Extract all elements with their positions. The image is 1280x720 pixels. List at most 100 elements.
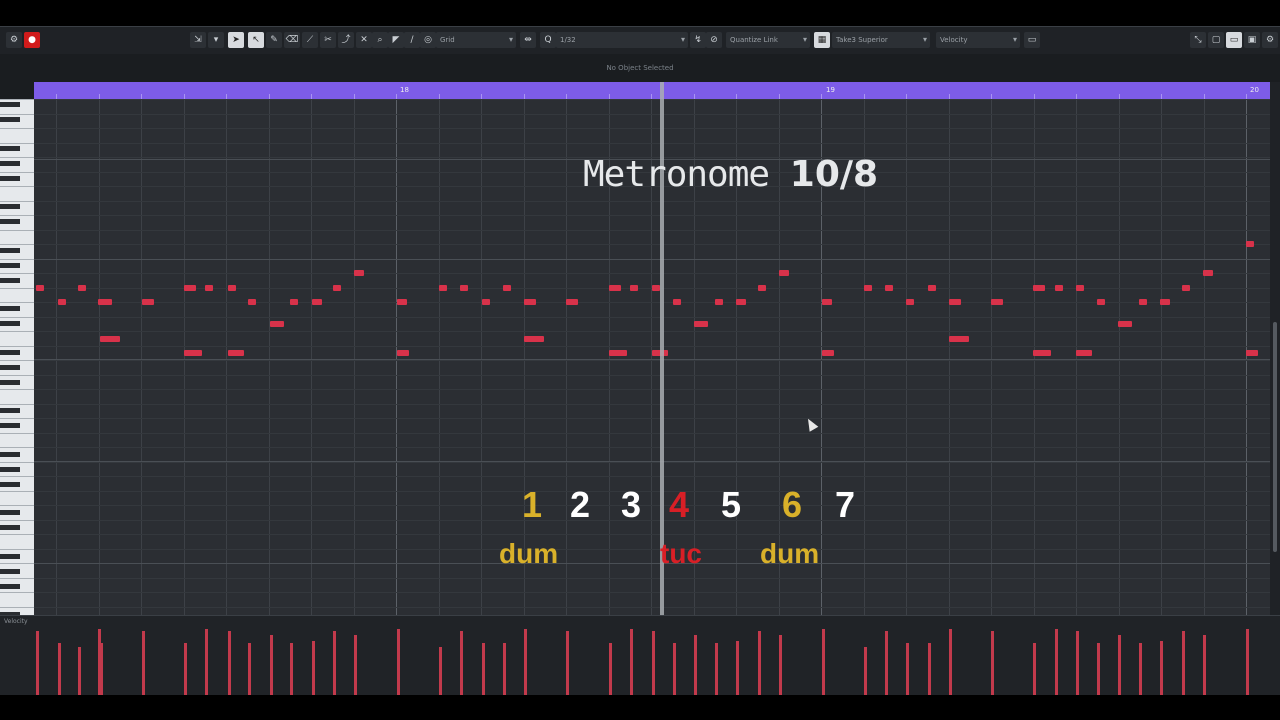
piano-keyboard[interactable] bbox=[0, 99, 34, 615]
window-zone-icon[interactable]: ▭ bbox=[1226, 32, 1242, 48]
ruler-bar-label: 19 bbox=[826, 86, 835, 94]
beat-line bbox=[269, 99, 270, 615]
piano-black-key bbox=[0, 161, 20, 166]
midi-note bbox=[98, 299, 112, 305]
settings-icon[interactable]: ⚙ bbox=[6, 32, 22, 48]
split-tool-icon[interactable]: ✂ bbox=[320, 32, 336, 48]
midi-note bbox=[609, 285, 621, 291]
piano-white-key bbox=[0, 114, 34, 115]
octave-line bbox=[34, 461, 1270, 462]
octave-line bbox=[34, 563, 1270, 564]
erase-tool-icon[interactable]: ⌫ bbox=[284, 32, 300, 48]
piano-black-key bbox=[0, 102, 20, 107]
beat-number: 5 bbox=[720, 484, 742, 525]
midi-note bbox=[779, 270, 789, 276]
midi-note bbox=[928, 285, 936, 291]
midi-note bbox=[184, 285, 196, 291]
velocity-bar bbox=[312, 641, 315, 695]
midi-note bbox=[333, 285, 341, 291]
velocity-bar bbox=[1076, 631, 1079, 695]
scale-track-select[interactable]: Take3 Superior bbox=[832, 32, 930, 48]
ruler-bar-label: 20 bbox=[1250, 86, 1259, 94]
piano-white-key bbox=[0, 534, 34, 535]
window-bottom-strip bbox=[0, 695, 1280, 720]
pitch-row-line bbox=[34, 592, 1270, 593]
draw-tool-icon[interactable]: ∕ bbox=[404, 32, 420, 48]
zoom-tool-icon[interactable]: ⌕ bbox=[372, 32, 388, 48]
midi-note bbox=[228, 350, 244, 356]
autoscroll-icon[interactable]: ⇲ bbox=[190, 32, 206, 48]
velocity-bar bbox=[78, 647, 81, 695]
midi-note bbox=[397, 350, 409, 356]
velocity-bar bbox=[1246, 643, 1249, 695]
velocity-lane[interactable]: Velocity bbox=[0, 615, 1280, 695]
screen-icon[interactable]: ▭ bbox=[1024, 32, 1040, 48]
piano-black-key bbox=[0, 584, 20, 589]
metronome-title: Metronome 10/8 bbox=[583, 154, 878, 195]
velocity-bar bbox=[290, 643, 293, 695]
iterative-quantize-icon[interactable]: ↯ bbox=[690, 32, 706, 48]
timeline-ruler[interactable]: 18 19 20 bbox=[34, 82, 1270, 99]
pitch-row-line bbox=[34, 534, 1270, 535]
pitch-row-line bbox=[34, 317, 1270, 318]
piano-white-key bbox=[0, 186, 34, 187]
velocity-bar bbox=[503, 643, 506, 695]
piano-white-key bbox=[0, 288, 34, 289]
mute-tool-icon[interactable]: ✕ bbox=[356, 32, 372, 48]
pitch-row-line bbox=[34, 607, 1270, 608]
midi-note bbox=[822, 299, 832, 305]
piano-white-key bbox=[0, 128, 34, 129]
pitch-row-line bbox=[34, 244, 1270, 245]
velocity-bar bbox=[1160, 641, 1163, 695]
ruler-bar-label: 18 bbox=[400, 86, 409, 94]
snap-mode-icon[interactable]: ⇹ bbox=[520, 32, 536, 48]
velocity-bar bbox=[397, 643, 400, 695]
pitch-row-line bbox=[34, 433, 1270, 434]
pitch-row-line bbox=[34, 143, 1270, 144]
solo-editor-button[interactable]: ● bbox=[24, 32, 40, 48]
midi-note bbox=[524, 336, 544, 342]
beat-line bbox=[99, 99, 100, 615]
pencil-tool-icon[interactable]: ✎ bbox=[266, 32, 282, 48]
pointer-tool-icon[interactable]: ↖ bbox=[248, 32, 264, 48]
beat-number: 1 bbox=[521, 484, 543, 525]
info-line-text: No Object Selected bbox=[606, 64, 674, 72]
rhythm-syllable: dum bbox=[760, 538, 820, 569]
grid-type-select[interactable]: Grid bbox=[436, 32, 516, 48]
pitch-row-line bbox=[34, 505, 1270, 506]
quantize-select[interactable]: 1/32 bbox=[556, 32, 688, 48]
snap-icon[interactable]: ◎ bbox=[420, 32, 436, 48]
piano-black-key bbox=[0, 176, 20, 181]
quantize-settings-icon[interactable]: ⊘ bbox=[706, 32, 722, 48]
beat-line bbox=[184, 99, 185, 615]
quantize-icon[interactable]: Q bbox=[540, 32, 556, 48]
collapse-icon[interactable]: ⤡ bbox=[1190, 32, 1206, 48]
velocity-lane-label: Velocity bbox=[4, 618, 28, 625]
gear-icon[interactable]: ⚙ bbox=[1262, 32, 1278, 48]
piano-black-key bbox=[0, 554, 20, 559]
vertical-scrollbar[interactable] bbox=[1270, 82, 1280, 615]
scrollbar-thumb[interactable] bbox=[1273, 322, 1277, 552]
midi-note bbox=[78, 285, 86, 291]
arrow-tool-icon[interactable]: ➤ bbox=[228, 32, 244, 48]
quantize-link-select[interactable]: Quantize Link bbox=[726, 32, 810, 48]
layout-icon[interactable]: ▢ bbox=[1208, 32, 1224, 48]
velocity-bar bbox=[36, 631, 39, 695]
glue-tool-icon[interactable]: ⤴ bbox=[338, 32, 354, 48]
piano-white-key bbox=[0, 578, 34, 579]
right-zone-icon[interactable]: ▣ bbox=[1244, 32, 1260, 48]
piano-black-key bbox=[0, 380, 20, 385]
piano-white-key bbox=[0, 389, 34, 390]
pitch-row-line bbox=[34, 331, 1270, 332]
velocity-bar bbox=[566, 631, 569, 695]
midi-note bbox=[205, 285, 213, 291]
midi-note bbox=[609, 350, 627, 356]
pitch-row-line bbox=[34, 476, 1270, 477]
trim-tool-icon[interactable]: ⟋ bbox=[302, 32, 318, 48]
line-tool-icon[interactable]: ◤ bbox=[388, 32, 404, 48]
chevron-down-icon[interactable]: ▾ bbox=[208, 32, 224, 48]
scale-assistant-icon[interactable]: ▦ bbox=[814, 32, 830, 48]
controller-lane-select[interactable]: Velocity bbox=[936, 32, 1020, 48]
piano-white-key bbox=[0, 302, 34, 303]
beat-number: 7 bbox=[834, 484, 856, 525]
